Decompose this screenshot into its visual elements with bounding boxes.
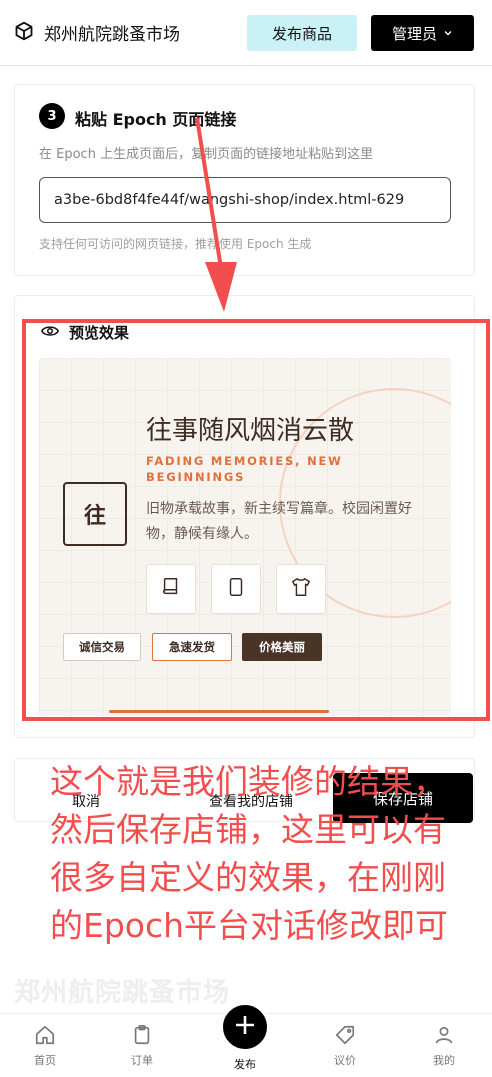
nav-bargain-label: 议价 xyxy=(334,1054,356,1067)
annotation-text: 这个就是我们装修的结果，然后保存店铺，这里可以有很多自定义的效果，在刚刚的Epo… xyxy=(50,762,449,945)
brand[interactable]: 郑州航院跳蚤市场 xyxy=(14,20,180,45)
nav-bargain[interactable]: 议价 xyxy=(315,1024,375,1068)
nav-orders[interactable]: 订单 xyxy=(112,1024,172,1068)
nav-publish-label: 发布 xyxy=(234,1058,256,1071)
step-card: 3 粘贴 Epoch 页面链接 在 Epoch 上生成页面后，复制页面的链接地址… xyxy=(14,84,475,276)
nav-mine[interactable]: 我的 xyxy=(414,1024,474,1068)
clipboard-icon xyxy=(131,1024,153,1049)
publish-fab-button[interactable] xyxy=(220,1002,270,1052)
admin-menu-button[interactable]: 管理员 xyxy=(371,15,474,51)
tag-icon xyxy=(334,1024,356,1049)
annotation-highlight-box xyxy=(22,319,490,721)
step-hint: 支持任何可访问的网页链接，推荐使用 Epoch 生成 xyxy=(39,237,312,251)
nav-home-label: 首页 xyxy=(34,1054,56,1067)
publish-button[interactable]: 发布商品 xyxy=(247,15,357,51)
home-icon xyxy=(34,1024,56,1049)
plus-icon xyxy=(234,1012,256,1042)
top-header: 郑州航院跳蚤市场 发布商品 管理员 xyxy=(0,0,492,66)
step-number-badge: 3 xyxy=(39,103,65,129)
nav-home[interactable]: 首页 xyxy=(15,1024,75,1068)
page-url-input[interactable] xyxy=(39,177,451,223)
nav-mine-label: 我的 xyxy=(433,1054,455,1067)
step-title: 粘贴 Epoch 页面链接 xyxy=(75,110,237,129)
nav-orders-label: 订单 xyxy=(131,1054,153,1067)
brand-name: 郑州航院跳蚤市场 xyxy=(44,25,180,45)
cube-icon xyxy=(14,21,34,45)
admin-label: 管理员 xyxy=(391,24,437,43)
step-description: 在 Epoch 上生成页面后，复制页面的链接地址粘贴到这里 xyxy=(39,147,374,162)
chevron-down-icon xyxy=(443,24,453,42)
user-icon xyxy=(433,1024,455,1049)
footer-watermark: 郑州航院跳蚤市场 xyxy=(14,978,231,1008)
